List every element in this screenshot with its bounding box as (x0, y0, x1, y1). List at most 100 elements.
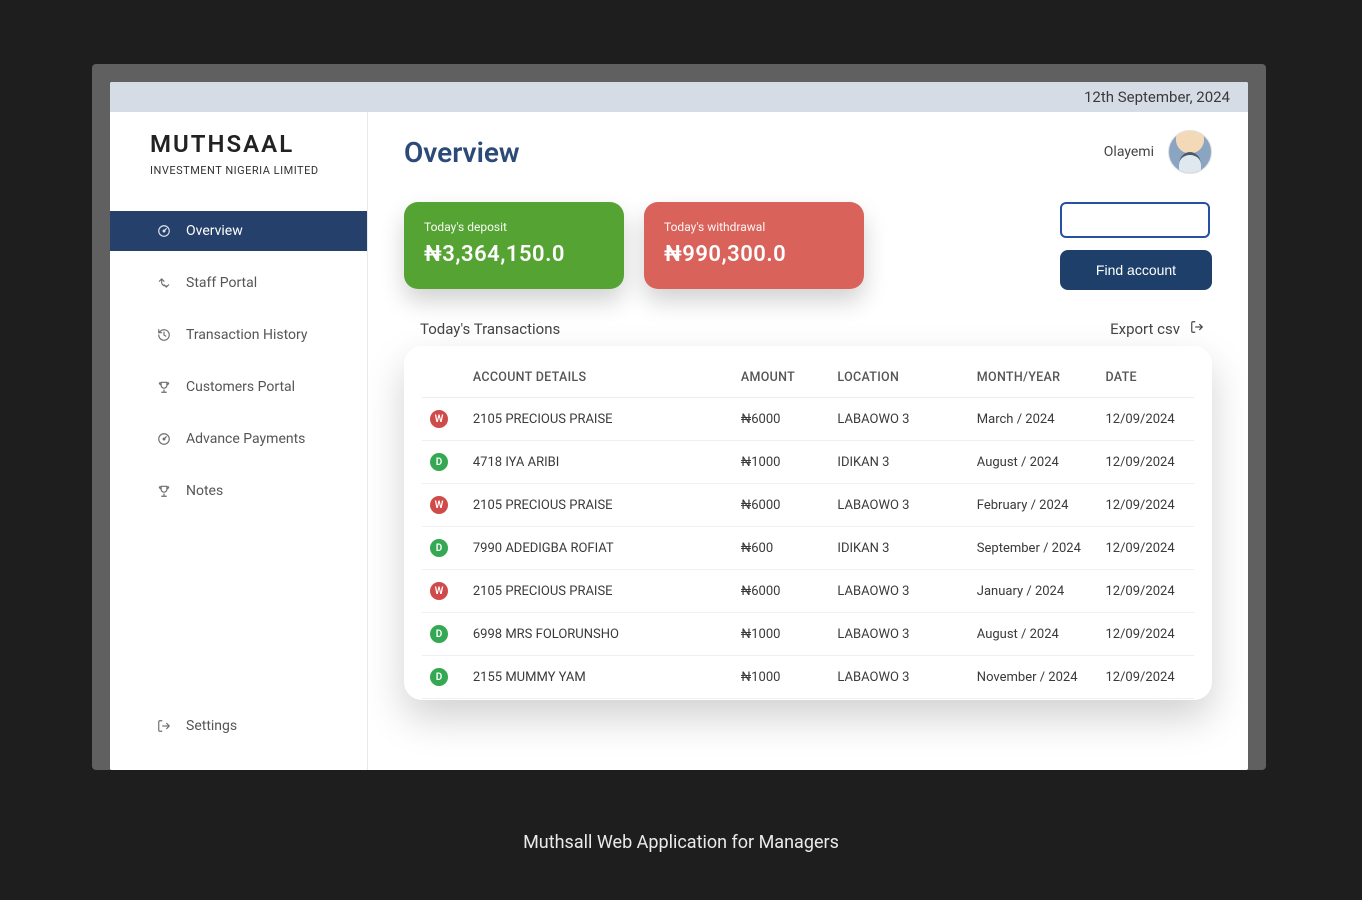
cell-amount: ₦6000 (733, 570, 830, 613)
cell-account: 2105 PRECIOUS PRAISE (465, 570, 733, 613)
sidebar-item-label: Advance Payments (186, 431, 305, 447)
sidebar-item-advance-payments[interactable]: Advance Payments (110, 419, 367, 459)
sidebar-item-label: Overview (186, 223, 243, 239)
txn-type-badge: W (430, 496, 448, 514)
search-block: Find account (1060, 202, 1212, 290)
account-search-input[interactable] (1060, 202, 1210, 238)
card-label: Today's withdrawal (664, 220, 844, 234)
cell-location: LABAOWO 3 (829, 570, 968, 613)
cell-month: August / 2024 (969, 441, 1098, 484)
browser-frame: 12th September, 2024 MUTHSAAL INVESTMENT… (92, 64, 1266, 770)
date-bar: 12th September, 2024 (110, 82, 1248, 112)
cell-amount: ₦1000 (733, 441, 830, 484)
sidebar-footer: Settings (110, 690, 367, 770)
card-label: Today's deposit (424, 220, 604, 234)
sidebar-item-notes[interactable]: Notes (110, 471, 367, 511)
cell-amount: ₦600 (733, 527, 830, 570)
column-header: LOCATION (829, 356, 968, 398)
cell-date: 12/09/2024 (1097, 570, 1194, 613)
card-todays-withdrawal: Today's withdrawal ₦990,300.0 (644, 202, 864, 289)
table-row[interactable]: W2105 PRECIOUS PRAISE₦6000LABAOWO 3Febru… (422, 484, 1194, 527)
cell-month: January / 2024 (969, 570, 1098, 613)
sidebar-item-label: Notes (186, 483, 223, 499)
cell-amount: ₦1000 (733, 613, 830, 656)
sidebar-item-label: Customers Portal (186, 379, 295, 395)
sidebar-nav: Overview Staff Portal Transaction History C… (110, 211, 367, 690)
user-block[interactable]: Olayemi (1104, 130, 1212, 174)
sidebar-item-staff-portal[interactable]: Staff Portal (110, 263, 367, 303)
table-row[interactable]: D 2155 MUMMY YAM₦1000LABAOWO 3November / … (422, 656, 1194, 699)
table-row[interactable]: W2105 PRECIOUS PRAISE₦6000LABAOWO 3March… (422, 398, 1194, 441)
cell-month: August / 2024 (969, 613, 1098, 656)
column-header: DATE (1097, 356, 1194, 398)
trophy-icon (156, 379, 172, 395)
table-row[interactable]: D 4718 IYA ARIBI₦1000IDIKAN 3August / 202… (422, 441, 1194, 484)
find-account-button[interactable]: Find account (1060, 250, 1212, 290)
cell-month: September / 2024 (969, 527, 1098, 570)
cell-amount: ₦6000 (733, 484, 830, 527)
sidebar-item-label: Staff Portal (186, 275, 257, 291)
transactions-section: Today's Transactions Export csv ACCOUNT … (404, 320, 1212, 700)
txn-type-badge: W (430, 582, 448, 600)
cell-date: 12/09/2024 (1097, 484, 1194, 527)
cell-month: November / 2024 (969, 656, 1098, 699)
cell-account: 2105 PRECIOUS PRAISE (465, 484, 733, 527)
dashboard-icon (156, 431, 172, 447)
export-csv-link[interactable]: Export csv (1110, 320, 1204, 338)
txn-type-badge: W (430, 410, 448, 428)
cell-account: 4718 IYA ARIBI (465, 441, 733, 484)
sidebar-item-label: Settings (186, 718, 237, 734)
cell-location: LABAOWO 3 (829, 398, 968, 441)
trophy-icon (156, 483, 172, 499)
cell-amount: ₦6000 (733, 398, 830, 441)
cell-amount: ₦1000 (733, 656, 830, 699)
cell-date: 12/09/2024 (1097, 441, 1194, 484)
cell-location: IDIKAN 3 (829, 527, 968, 570)
brand-block: MUTHSAAL INVESTMENT NIGERIA LIMITED (110, 112, 367, 191)
cell-account: 2155 MUMMY YAM (465, 656, 733, 699)
cell-location: IDIKAN 3 (829, 441, 968, 484)
avatar[interactable] (1168, 130, 1212, 174)
cell-month: February / 2024 (969, 484, 1098, 527)
transactions-table: ACCOUNT DETAILSAMOUNTLOCATIONMONTH/YEARD… (422, 356, 1194, 699)
column-header: ACCOUNT DETAILS (465, 356, 733, 398)
transactions-table-card: ACCOUNT DETAILSAMOUNTLOCATIONMONTH/YEARD… (404, 346, 1212, 700)
card-value: ₦990,300.0 (664, 242, 844, 267)
brand-name: MUTHSAAL (150, 130, 347, 158)
sidebar: MUTHSAAL INVESTMENT NIGERIA LIMITED Over… (110, 112, 368, 770)
cell-account: 2105 PRECIOUS PRAISE (465, 398, 733, 441)
txn-type-badge: D (430, 453, 448, 471)
column-header (422, 356, 465, 398)
column-header: MONTH/YEAR (969, 356, 1098, 398)
cell-date: 12/09/2024 (1097, 527, 1194, 570)
recycle-icon (156, 275, 172, 291)
export-icon (1190, 320, 1204, 338)
history-icon (156, 327, 172, 343)
card-value: ₦3,364,150.0 (424, 242, 604, 267)
cell-date: 12/09/2024 (1097, 613, 1194, 656)
transactions-title: Today's Transactions (420, 320, 560, 338)
card-todays-deposit: Today's deposit ₦3,364,150.0 (404, 202, 624, 289)
txn-type-badge: D (430, 625, 448, 643)
cell-location: LABAOWO 3 (829, 656, 968, 699)
sidebar-item-overview[interactable]: Overview (110, 211, 367, 251)
sidebar-item-transaction-history[interactable]: Transaction History (110, 315, 367, 355)
txn-type-badge: D (430, 539, 448, 557)
cell-date: 12/09/2024 (1097, 656, 1194, 699)
user-name: Olayemi (1104, 144, 1154, 160)
cell-account: 6998 MRS FOLORUNSHO (465, 613, 733, 656)
sidebar-item-settings[interactable]: Settings (156, 706, 347, 746)
export-label: Export csv (1110, 320, 1180, 338)
dashboard-icon (156, 223, 172, 239)
logout-icon (156, 718, 172, 734)
sidebar-item-label: Transaction History (186, 327, 308, 343)
txn-type-badge: D (430, 668, 448, 686)
column-header: AMOUNT (733, 356, 830, 398)
table-row[interactable]: D6998 MRS FOLORUNSHO₦1000LABAOWO 3August… (422, 613, 1194, 656)
table-row[interactable]: D7990 ADEDIGBA ROFIAT₦600IDIKAN 3Septemb… (422, 527, 1194, 570)
brand-subtitle: INVESTMENT NIGERIA LIMITED (150, 164, 347, 177)
figure-caption: Muthsall Web Application for Managers (0, 832, 1362, 853)
table-row[interactable]: W 2105 PRECIOUS PRAISE₦6000LABAOWO 3Janua… (422, 570, 1194, 613)
app-window: 12th September, 2024 MUTHSAAL INVESTMENT… (110, 82, 1248, 770)
sidebar-item-customers-portal[interactable]: Customers Portal (110, 367, 367, 407)
